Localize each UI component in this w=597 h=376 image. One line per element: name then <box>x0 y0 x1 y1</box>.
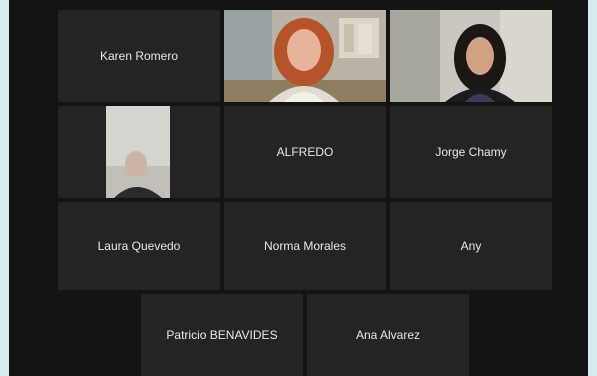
video-feed-image <box>224 10 386 102</box>
participant-name: Jorge Chamy <box>435 145 507 159</box>
participant-name: Laura Quevedo <box>97 239 181 253</box>
participant-video-woman-red-hair[interactable] <box>224 10 386 102</box>
participant-tile-ana-alvarez[interactable]: Ana Alvarez <box>307 294 469 376</box>
participant-video-elderly-man <box>106 106 170 198</box>
participant-name: Any <box>460 239 482 253</box>
participant-tile-elderly-man[interactable] <box>58 106 220 198</box>
participant-tile-jorge-chamy[interactable]: Jorge Chamy <box>390 106 552 198</box>
participant-name: Patricio BENAVIDES <box>166 328 278 342</box>
participant-tile-laura-quevedo[interactable]: Laura Quevedo <box>58 202 220 290</box>
participant-tile-norma-morales[interactable]: Norma Morales <box>224 202 386 290</box>
video-call-gallery: Karen Romero ALFREDO Jorge Chamy Laura Q… <box>9 0 588 376</box>
participant-name: Ana Alvarez <box>355 328 421 342</box>
participant-name: Karen Romero <box>99 49 179 63</box>
participant-tile-alfredo[interactable]: ALFREDO <box>224 106 386 198</box>
participant-tile-karen-romero[interactable]: Karen Romero <box>58 10 220 102</box>
participant-tile-any[interactable]: Any <box>390 202 552 290</box>
participant-video-woman-dark-hair[interactable] <box>390 10 552 102</box>
participant-tile-patricio-benavides[interactable]: Patricio BENAVIDES <box>141 294 303 376</box>
video-feed-image <box>390 10 552 102</box>
right-margin <box>588 0 597 376</box>
video-feed-image <box>106 106 170 198</box>
participant-name: Norma Morales <box>263 239 347 253</box>
screenshot-frame: Karen Romero ALFREDO Jorge Chamy Laura Q… <box>0 0 597 376</box>
left-margin <box>0 0 9 376</box>
participant-name: ALFREDO <box>276 145 334 159</box>
